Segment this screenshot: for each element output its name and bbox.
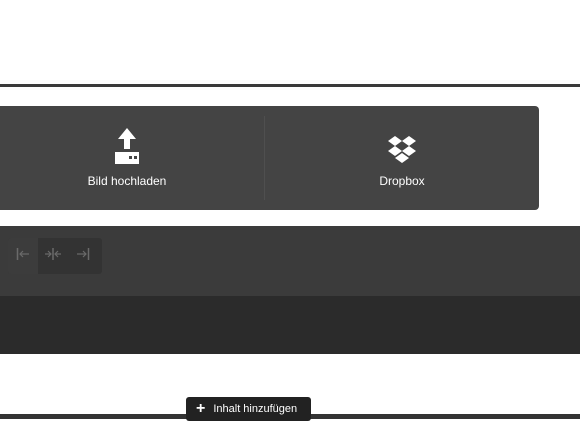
- content-area: [0, 296, 580, 354]
- dropbox-button[interactable]: Dropbox: [265, 106, 539, 210]
- align-left-icon: [16, 247, 30, 265]
- add-content-button[interactable]: + Inhalt hinzufügen: [186, 397, 311, 421]
- upload-icon: [112, 128, 142, 168]
- align-center-icon: [45, 247, 61, 265]
- alignment-buttons: [8, 238, 102, 274]
- align-center-button[interactable]: [38, 238, 68, 274]
- align-left-button[interactable]: [8, 238, 38, 274]
- align-right-button[interactable]: [68, 238, 98, 274]
- align-right-icon: [76, 247, 90, 265]
- upload-image-label: Bild hochladen: [87, 174, 167, 188]
- upload-image-button[interactable]: Bild hochladen: [0, 106, 264, 210]
- add-content-label: Inhalt hinzufügen: [213, 403, 298, 415]
- image-upload-panel: Bild hochladen Dropbox: [0, 106, 539, 210]
- dropbox-icon: [388, 128, 416, 168]
- dropbox-label: Dropbox: [379, 174, 425, 188]
- top-divider: [0, 84, 580, 87]
- plus-icon: +: [196, 400, 206, 417]
